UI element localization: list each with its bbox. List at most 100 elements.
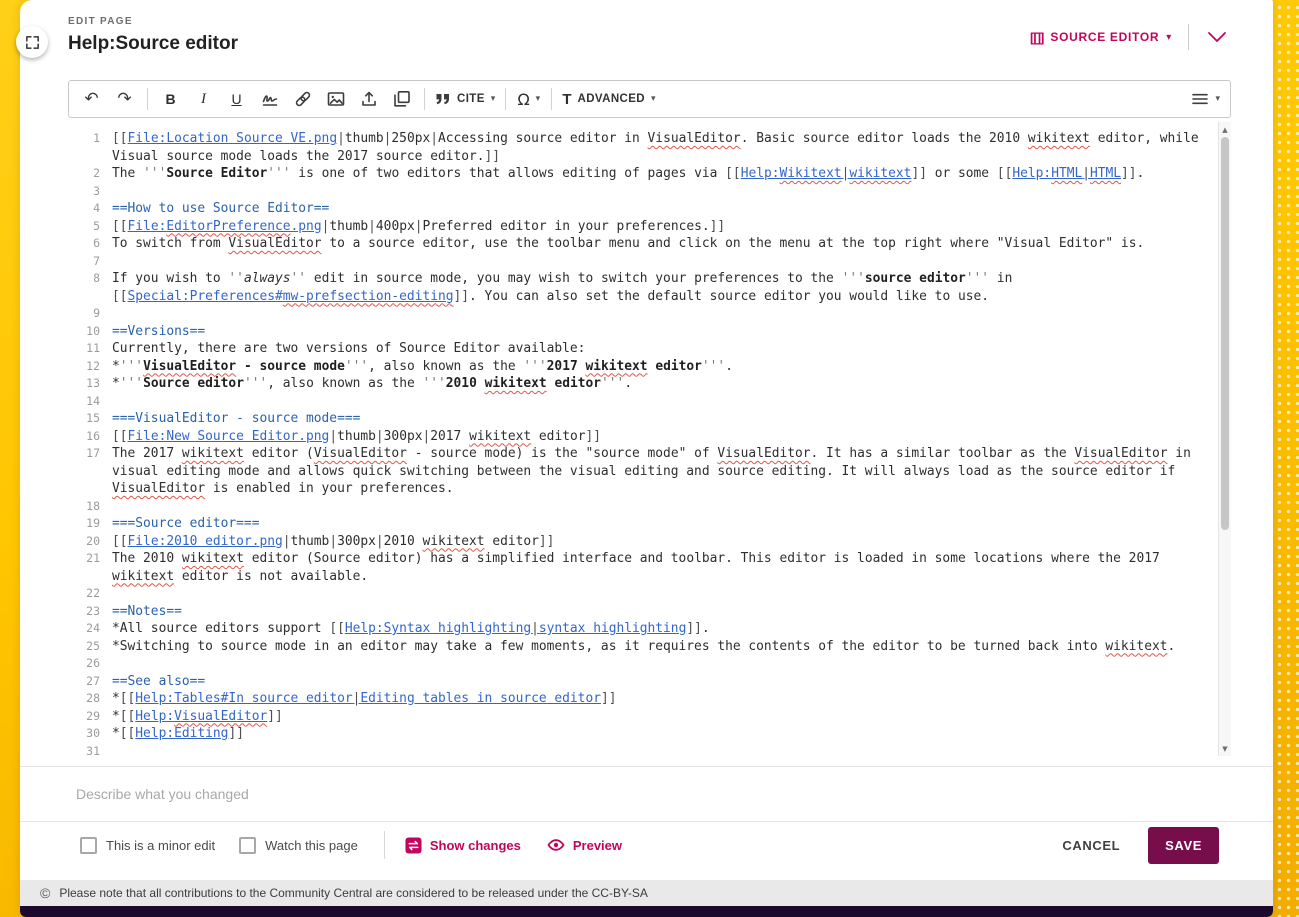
underline-button[interactable]: U [220, 83, 253, 115]
redo-button[interactable]: ↷ [108, 83, 141, 115]
italic-button[interactable]: I [187, 83, 220, 115]
template-icon [393, 90, 411, 108]
editor-line-30[interactable]: 30*[[Help:Editing]] [68, 725, 1218, 743]
editor-line-17[interactable]: 17The 2017 wikitext editor (VisualEditor… [68, 445, 1218, 498]
editor-line-29[interactable]: 29*[[Help:VisualEditor]] [68, 708, 1218, 726]
undo-icon: ↶ [84, 91, 98, 108]
upload-icon [360, 90, 378, 108]
fullscreen-button[interactable] [16, 26, 48, 58]
editor-line-11[interactable]: 11Currently, there are two versions of S… [68, 340, 1218, 358]
line-content: *[[Help:VisualEditor]] [100, 708, 1218, 726]
line-number: 2 [68, 165, 100, 183]
editor-line-4[interactable]: 4==How to use Source Editor== [68, 200, 1218, 218]
edit-summary-input[interactable] [68, 782, 1231, 806]
collapse-editor-button[interactable] [1205, 28, 1229, 46]
editor-line-31[interactable]: 31 [68, 743, 1218, 757]
editor-line-22[interactable]: 22 [68, 585, 1218, 603]
watch-page-option[interactable]: Watch this page [239, 837, 358, 854]
cancel-button[interactable]: CANCEL [1062, 838, 1120, 853]
editor-line-7[interactable]: 7 [68, 253, 1218, 271]
minor-edit-checkbox[interactable] [80, 837, 97, 854]
cite-dropdown[interactable]: CITE ▾ [431, 83, 499, 115]
editor-line-15[interactable]: 15===VisualEditor - source mode=== [68, 410, 1218, 428]
editor-line-23[interactable]: 23==Notes== [68, 603, 1218, 621]
editor-line-12[interactable]: 12*'''VisualEditor - source mode''', als… [68, 358, 1218, 376]
special-characters-dropdown[interactable]: Ω ▾ [512, 83, 545, 115]
line-content: *'''Source editor''', also known as the … [100, 375, 1218, 393]
show-changes-button[interactable]: Show changes [405, 837, 521, 854]
advanced-dropdown[interactable]: T ADVANCED ▾ [558, 83, 659, 115]
line-number: 25 [68, 638, 100, 656]
background-dot-pattern [1273, 0, 1299, 917]
upload-button[interactable] [352, 83, 385, 115]
editor-line-24[interactable]: 24*All source editors support [[Help:Syn… [68, 620, 1218, 638]
line-content: *[[Help:Editing]] [100, 725, 1218, 743]
editor-line-18[interactable]: 18 [68, 498, 1218, 516]
line-number: 28 [68, 690, 100, 708]
editor-line-8[interactable]: 8If you wish to ''always'' edit in sourc… [68, 270, 1218, 305]
toolbar-divider [424, 88, 425, 110]
signature-button[interactable] [253, 83, 286, 115]
line-number: 16 [68, 428, 100, 446]
editor-line-13[interactable]: 13*'''Source editor''', also known as th… [68, 375, 1218, 393]
action-bar: This is a minor edit Watch this page Sho… [20, 822, 1273, 868]
editor-line-19[interactable]: 19===Source editor=== [68, 515, 1218, 533]
line-number: 18 [68, 498, 100, 516]
line-number: 7 [68, 253, 100, 271]
redo-icon: ↷ [117, 91, 131, 108]
editor-line-26[interactable]: 26 [68, 655, 1218, 673]
line-content: ==How to use Source Editor== [100, 200, 1218, 218]
editor-line-9[interactable]: 9 [68, 305, 1218, 323]
license-notice-text: Please note that all contributions to th… [59, 886, 648, 900]
source-editor-area[interactable]: 1[[File:Location Source VE.png|thumb|250… [68, 122, 1231, 756]
link-button[interactable] [286, 83, 319, 115]
line-number: 6 [68, 235, 100, 253]
editor-line-27[interactable]: 27==See also== [68, 673, 1218, 691]
editor-line-14[interactable]: 14 [68, 393, 1218, 411]
chevron-down-icon: ▾ [651, 94, 656, 104]
editor-line-10[interactable]: 10==Versions== [68, 323, 1218, 341]
line-content [100, 183, 1218, 201]
toolbar-divider [551, 88, 552, 110]
text-style-icon: T [562, 91, 571, 108]
scrollbar-thumb[interactable] [1221, 137, 1229, 530]
source-editor-textarea[interactable]: 1[[File:Location Source VE.png|thumb|250… [68, 122, 1218, 756]
line-number: 26 [68, 655, 100, 673]
line-content: [[File:EditorPreference.png|thumb|400px|… [100, 218, 1218, 236]
preview-button[interactable]: Preview [547, 837, 622, 853]
minor-edit-option[interactable]: This is a minor edit [80, 837, 215, 854]
editor-line-3[interactable]: 3 [68, 183, 1218, 201]
save-button[interactable]: SAVE [1148, 827, 1219, 864]
line-content [100, 743, 1218, 757]
line-content: ===VisualEditor - source mode=== [100, 410, 1218, 428]
line-number: 19 [68, 515, 100, 533]
line-number: 8 [68, 270, 100, 288]
watch-page-checkbox[interactable] [239, 837, 256, 854]
editor-line-20[interactable]: 20[[File:2010 editor.png|thumb|300px|201… [68, 533, 1218, 551]
chevron-down-icon: ▾ [1215, 94, 1220, 104]
source-brackets-icon: [[]] [1030, 30, 1043, 45]
editor-scrollbar[interactable]: ▲ ▼ [1218, 122, 1231, 756]
chevron-down-icon [1207, 31, 1227, 43]
editor-line-6[interactable]: 6To switch from VisualEditor to a source… [68, 235, 1218, 253]
editor-line-21[interactable]: 21The 2010 wikitext editor (Source edito… [68, 550, 1218, 585]
template-button[interactable] [385, 83, 418, 115]
editor-line-28[interactable]: 28*[[Help:Tables#In source editor|Editin… [68, 690, 1218, 708]
header-right: [[]] SOURCE EDITOR ▾ [1030, 24, 1229, 50]
editor-mode-dropdown[interactable]: [[]] SOURCE EDITOR ▾ [1030, 30, 1172, 45]
undo-button[interactable]: ↶ [75, 83, 108, 115]
editor-options-menu[interactable]: ▾ [1187, 83, 1224, 115]
editor-line-16[interactable]: 16[[File:New Source Editor.png|thumb|300… [68, 428, 1218, 446]
editor-line-5[interactable]: 5[[File:EditorPreference.png|thumb|400px… [68, 218, 1218, 236]
scroll-down-arrow[interactable]: ▼ [1219, 742, 1231, 755]
line-number: 4 [68, 200, 100, 218]
insert-image-button[interactable] [319, 83, 352, 115]
editor-line-2[interactable]: 2The '''Source Editor''' is one of two e… [68, 165, 1218, 183]
editor-line-25[interactable]: 25*Switching to source mode in an editor… [68, 638, 1218, 656]
editor-line-1[interactable]: 1[[File:Location Source VE.png|thumb|250… [68, 130, 1218, 165]
line-number: 12 [68, 358, 100, 376]
bold-button[interactable]: B [154, 83, 187, 115]
line-number: 23 [68, 603, 100, 621]
line-content [100, 655, 1218, 673]
scroll-up-arrow[interactable]: ▲ [1219, 123, 1231, 136]
